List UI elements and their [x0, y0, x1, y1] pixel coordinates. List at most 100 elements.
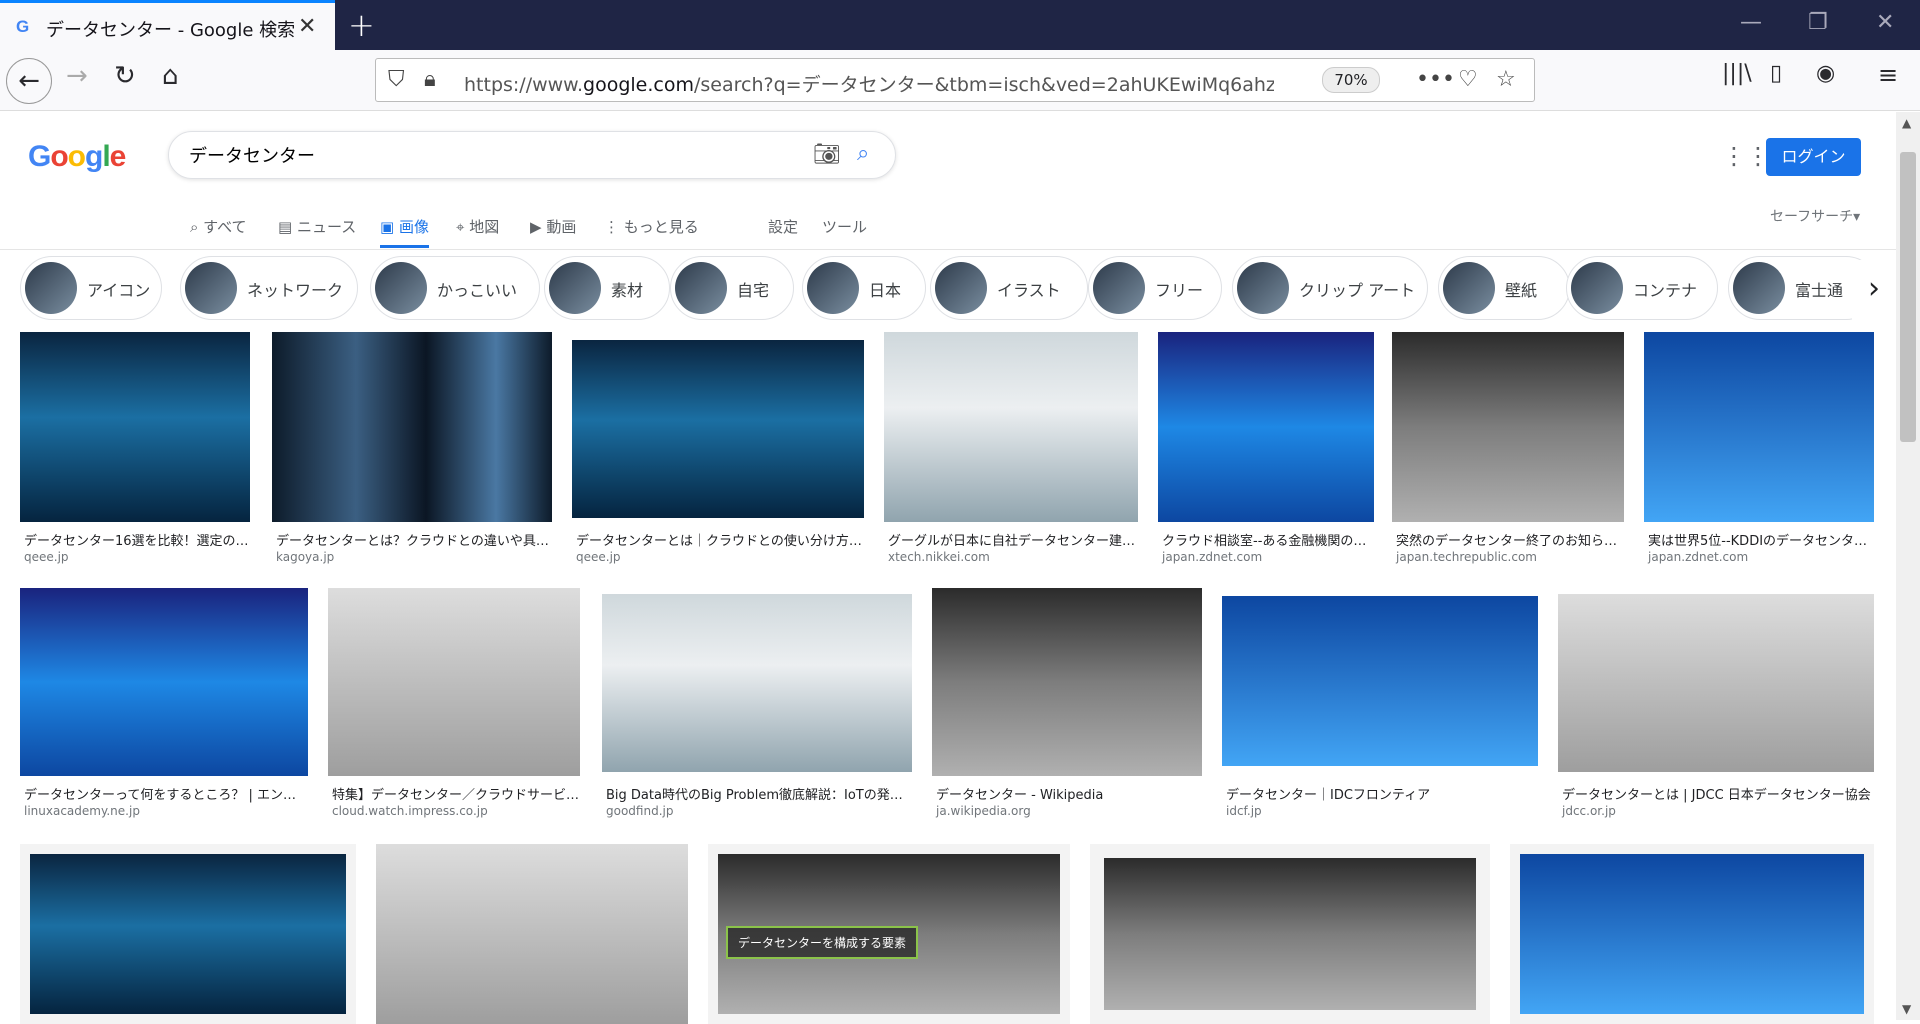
lock-icon[interactable]: 🔒︎ — [424, 67, 436, 92]
result-source: cloud.watch.impress.co.jp — [332, 804, 488, 818]
menu-icon[interactable]: ≡ — [1878, 63, 1898, 87]
restore-icon[interactable]: ❐ — [1808, 10, 1828, 35]
result-thumbnail[interactable] — [1644, 332, 1874, 522]
search-box[interactable]: 📷︎ ⌕ — [168, 131, 896, 179]
chevron-right-icon[interactable]: › — [1852, 260, 1896, 320]
result-source: jdcc.or.jp — [1562, 804, 1616, 818]
result-thumbnail[interactable] — [1558, 594, 1874, 772]
result-title[interactable]: データセンターとは | JDCC 日本データセンター協会 — [1562, 784, 1876, 803]
close-tab-icon[interactable]: ✕ — [298, 14, 316, 39]
chip[interactable]: ネットワーク — [180, 256, 358, 320]
login-button[interactable]: ログイン — [1766, 138, 1861, 176]
pocket-icon[interactable]: ♡ — [1458, 67, 1478, 92]
more-icon[interactable]: ••• — [1416, 67, 1455, 92]
window-close-icon[interactable]: ✕ — [1876, 10, 1894, 35]
result-title[interactable]: クラウド相談室--ある金融機関の… — [1162, 530, 1376, 549]
chip[interactable]: クリップ アート — [1232, 256, 1428, 320]
chip-thumbnail — [185, 262, 237, 314]
result-thumbnail[interactable] — [376, 844, 688, 1024]
result-title[interactable]: グーグルが日本に自社データセンター建… — [888, 530, 1140, 549]
result-thumbnail[interactable] — [932, 588, 1202, 776]
tab-tools[interactable]: ツール — [822, 216, 867, 237]
result-thumbnail[interactable] — [884, 332, 1138, 522]
chip-thumbnail — [1443, 262, 1495, 314]
result-source: kagoya.jp — [276, 550, 335, 564]
result-thumbnail[interactable] — [572, 340, 864, 518]
result-title[interactable]: データセンター - Wikipedia — [936, 784, 1204, 803]
chip-thumbnail — [1733, 262, 1785, 314]
chip[interactable]: 日本 — [802, 256, 926, 320]
result-thumbnail[interactable] — [1090, 844, 1490, 1024]
shield-icon[interactable]: ⛉ — [388, 67, 405, 92]
search-input[interactable] — [189, 140, 749, 170]
result-thumbnail[interactable] — [602, 594, 912, 772]
forward-button[interactable]: → — [66, 63, 88, 89]
result-thumbnail[interactable] — [272, 332, 552, 522]
tab-images[interactable]: ▣ 画像 — [380, 216, 429, 248]
tab-title: データセンター - Google 検索 — [46, 20, 296, 41]
account-icon[interactable]: ◉ — [1816, 63, 1835, 85]
scroll-up-icon[interactable]: ▲ — [1902, 116, 1911, 130]
page-scrollbar[interactable]: ▲ ▼ — [1896, 112, 1920, 1020]
google-favicon-icon: G — [16, 17, 30, 36]
minimize-icon[interactable]: — — [1740, 10, 1762, 35]
url-text[interactable]: https://www.google.com/search?q=データセンター&… — [464, 70, 1274, 97]
result-source: ja.wikipedia.org — [936, 804, 1031, 818]
google-logo[interactable]: Google — [28, 140, 126, 174]
tab-all[interactable]: ⌕ すべて — [190, 216, 247, 237]
result-thumbnail[interactable] — [20, 332, 250, 522]
result-title[interactable]: 特集】データセンター／クラウドサービ… — [332, 784, 582, 803]
result-source: japan.zdnet.com — [1162, 550, 1263, 564]
library-icon[interactable]: |||\ — [1722, 63, 1752, 85]
result-thumbnail[interactable] — [1510, 844, 1874, 1024]
scrollbar-thumb[interactable] — [1900, 152, 1916, 442]
zoom-level[interactable]: 70% — [1322, 67, 1380, 93]
result-title[interactable]: 突然のデータセンター終了のお知ら… — [1396, 530, 1626, 549]
safesearch-toggle[interactable]: セーフサーチ▾ — [1770, 206, 1860, 226]
reload-button[interactable]: ↻ — [114, 63, 136, 89]
search-icon[interactable]: ⌕ — [857, 141, 869, 166]
search-tabs: ⌕ すべて ▤ ニュース ▣ 画像 ⌖ 地図 ▶ 動画 ⋮ もっと見る 設定 ツ… — [0, 206, 1896, 250]
url-bar[interactable]: ⛉ 🔒︎ https://www.google.com/search?q=データ… — [375, 58, 1535, 102]
chip[interactable]: アイコン — [20, 256, 162, 320]
new-tab-button[interactable]: + — [348, 6, 375, 44]
browser-tab[interactable]: G データセンター - Google 検索 ✕ — [0, 0, 335, 50]
chip[interactable]: フリー — [1088, 256, 1222, 320]
result-title[interactable]: 実は世界5位--KDDIのデータセンター… — [1648, 530, 1876, 549]
scroll-down-icon[interactable]: ▼ — [1902, 1002, 1911, 1016]
result-thumbnail[interactable] — [1158, 332, 1374, 522]
tab-maps[interactable]: ⌖ 地図 — [456, 216, 499, 237]
chip[interactable]: イラスト — [930, 256, 1088, 320]
tab-settings[interactable]: 設定 — [768, 216, 798, 237]
sidebar-icon[interactable]: ▯ — [1770, 63, 1782, 85]
chip[interactable]: 壁紙 — [1438, 256, 1570, 320]
tab-more[interactable]: ⋮ もっと見る — [604, 216, 699, 237]
tab-videos[interactable]: ▶ 動画 — [530, 216, 576, 237]
chip[interactable]: 自宅 — [670, 256, 794, 320]
result-thumbnail[interactable] — [328, 588, 580, 776]
result-title[interactable]: データセンター16選を比較！選定の… — [24, 530, 252, 549]
chip-thumbnail — [549, 262, 601, 314]
result-thumbnail[interactable] — [20, 588, 308, 776]
bookmark-star-icon[interactable]: ☆ — [1496, 67, 1516, 92]
chip-thumbnail — [1237, 262, 1289, 314]
back-button[interactable]: ← — [6, 58, 52, 104]
result-title[interactable]: データセンターって何をするところ？ | エン… — [24, 784, 310, 803]
home-button[interactable]: ⌂ — [162, 63, 179, 89]
result-thumbnail[interactable] — [1222, 596, 1538, 766]
chip[interactable]: コンテナ — [1566, 256, 1718, 320]
result-source: qeee.jp — [576, 550, 621, 564]
chip[interactable]: かっこいい — [370, 256, 540, 320]
tab-news[interactable]: ▤ ニュース — [278, 216, 356, 237]
related-chips: アイコン ネットワーク かっこいい 素材 自宅 日本 イラスト フリー クリップ… — [20, 256, 1896, 324]
result-title[interactable]: データセンター｜IDCフロンティア — [1226, 784, 1540, 803]
chip[interactable]: 素材 — [544, 256, 670, 320]
navigation-toolbar: ← → ↻ ⌂ ⛉ 🔒︎ https://www.google.com/sear… — [0, 50, 1920, 111]
camera-icon[interactable]: 📷︎ — [813, 142, 841, 167]
result-thumbnail[interactable] — [20, 844, 356, 1024]
result-title[interactable]: データセンターとは？クラウドとの違いや具… — [276, 530, 554, 549]
result-thumbnail[interactable] — [1392, 332, 1624, 522]
result-title[interactable]: データセンターとは｜クラウドとの使い分け方… — [576, 530, 866, 549]
image-overlay-text: データセンターを構成する要素 — [726, 926, 919, 959]
result-title[interactable]: Big Data時代のBig Problem徹底解説：IoTの発展… — [606, 784, 914, 803]
